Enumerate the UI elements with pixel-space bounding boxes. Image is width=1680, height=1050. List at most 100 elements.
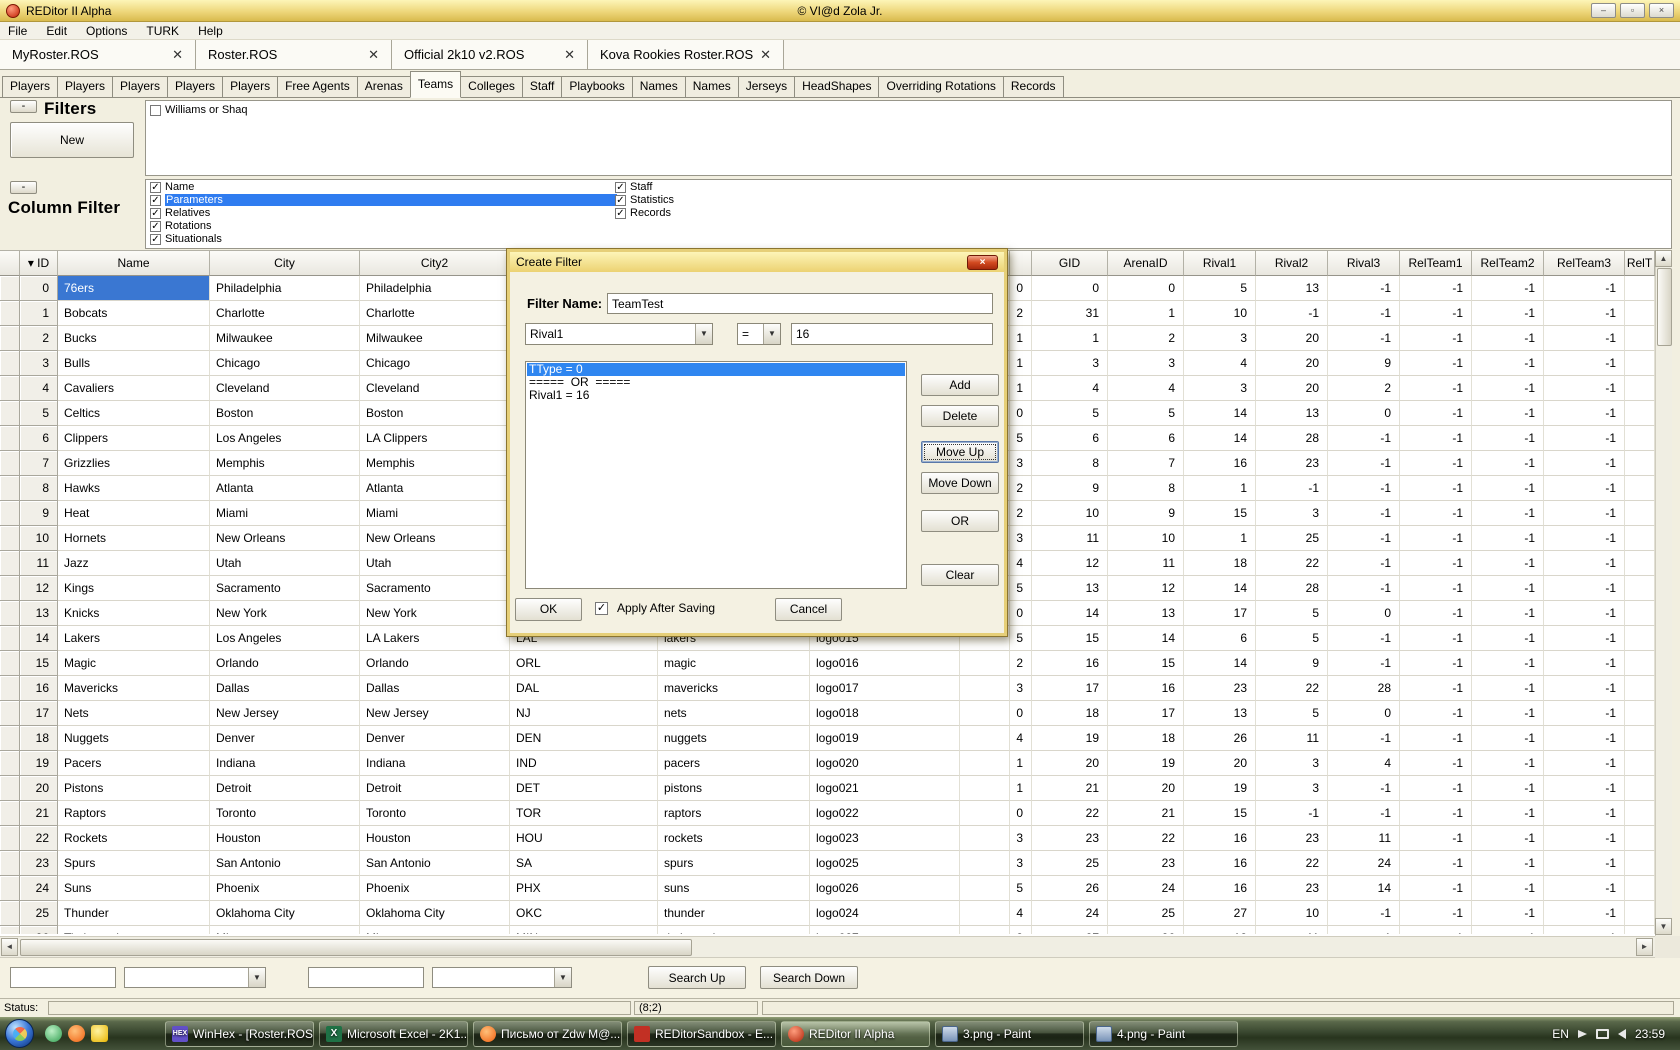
cell[interactable]: 11 <box>20 551 58 576</box>
cell[interactable]: 26 <box>1108 926 1184 934</box>
cell[interactable] <box>1625 726 1655 751</box>
tab-staff[interactable]: Staff <box>522 76 562 97</box>
cell[interactable]: DAL <box>510 676 658 701</box>
cell[interactable]: Los Angeles <box>210 626 360 651</box>
cell[interactable]: -1 <box>1400 751 1472 776</box>
cell[interactable]: 3 <box>1010 826 1032 851</box>
cell[interactable] <box>1625 426 1655 451</box>
cell[interactable]: 8 <box>1108 476 1184 501</box>
cell[interactable]: -1 <box>1400 301 1472 326</box>
cell[interactable]: 5 <box>1256 701 1328 726</box>
cell[interactable]: 18 <box>20 726 58 751</box>
cell[interactable] <box>960 901 1010 926</box>
cell[interactable]: Los Angeles <box>210 426 360 451</box>
cell[interactable]: -1 <box>1472 376 1544 401</box>
cell[interactable]: -1 <box>1544 576 1625 601</box>
checkbox-icon[interactable]: ✓ <box>150 195 161 206</box>
row-selector[interactable] <box>0 301 20 326</box>
cell[interactable] <box>1625 326 1655 351</box>
cell[interactable]: -1 <box>1544 376 1625 401</box>
cell[interactable]: -1 <box>1544 851 1625 876</box>
operator-dropdown[interactable]: = ▼ <box>737 323 781 345</box>
add-button[interactable]: Add <box>921 374 999 396</box>
cell[interactable]: -1 <box>1328 801 1400 826</box>
cell[interactable]: Knicks <box>58 601 210 626</box>
cell[interactable]: 3 <box>1032 351 1108 376</box>
cell[interactable]: 3 <box>1010 451 1032 476</box>
move-up-button[interactable]: Move Up <box>921 441 999 463</box>
cell[interactable]: -1 <box>1544 701 1625 726</box>
cell[interactable]: Oklahoma City <box>360 901 510 926</box>
cell[interactable]: logo016 <box>810 651 960 676</box>
chevron-down-icon[interactable]: ▼ <box>248 968 265 987</box>
cell[interactable]: -1 <box>1544 626 1625 651</box>
cell[interactable] <box>1625 676 1655 701</box>
search-column-dropdown-2[interactable]: ▼ <box>432 967 572 988</box>
minimize-icon[interactable]: – <box>1591 3 1616 18</box>
cell[interactable]: 9 <box>1328 351 1400 376</box>
cell[interactable]: TOR <box>510 801 658 826</box>
cell[interactable] <box>1625 776 1655 801</box>
cell[interactable]: logo025 <box>810 851 960 876</box>
cell[interactable]: 2 <box>1010 501 1032 526</box>
cell[interactable]: -1 <box>1472 326 1544 351</box>
checkbox-icon[interactable]: ✓ <box>615 208 626 219</box>
cell[interactable]: -1 <box>1400 326 1472 351</box>
cell[interactable]: 23 <box>1032 826 1108 851</box>
maximize-icon[interactable]: ▫ <box>1620 3 1645 18</box>
cell[interactable]: Orlando <box>210 651 360 676</box>
cell[interactable]: 13 <box>20 601 58 626</box>
cell[interactable] <box>960 651 1010 676</box>
cell[interactable]: Pacers <box>58 751 210 776</box>
cell[interactable]: Detroit <box>210 776 360 801</box>
cell[interactable]: nuggets <box>658 726 810 751</box>
cell[interactable]: -1 <box>1400 576 1472 601</box>
cell[interactable]: -1 <box>1472 476 1544 501</box>
cell[interactable]: -1 <box>1544 526 1625 551</box>
cell[interactable]: -1 <box>1544 326 1625 351</box>
cell[interactable]: 5 <box>1010 876 1032 901</box>
cell[interactable]: 8 <box>1032 451 1108 476</box>
cell[interactable]: 22 <box>1256 551 1328 576</box>
checkbox-icon[interactable]: ✓ <box>150 221 161 232</box>
delete-button[interactable]: Delete <box>921 405 999 427</box>
cell[interactable]: 4 <box>1010 551 1032 576</box>
cell[interactable]: Celtics <box>58 401 210 426</box>
cell[interactable] <box>1625 301 1655 326</box>
cell[interactable]: 24 <box>1032 901 1108 926</box>
cell[interactable]: 26 <box>20 926 58 934</box>
cell[interactable]: 6 <box>1032 426 1108 451</box>
cell[interactable]: 1 <box>1032 326 1108 351</box>
cell[interactable]: -1 <box>1328 576 1400 601</box>
cell[interactable]: 1 <box>1010 326 1032 351</box>
cell[interactable]: 13 <box>1256 401 1328 426</box>
media-player-icon[interactable] <box>114 1025 131 1042</box>
cell[interactable]: -1 <box>1400 476 1472 501</box>
cell[interactable]: Memphis <box>360 451 510 476</box>
cell[interactable]: -1 <box>1328 526 1400 551</box>
search-input-2[interactable] <box>308 967 424 988</box>
cell[interactable]: 16 <box>1184 876 1256 901</box>
row-selector[interactable] <box>0 926 20 934</box>
cell[interactable]: 9 <box>1108 501 1184 526</box>
cell[interactable]: 25 <box>1032 851 1108 876</box>
cell[interactable]: 2 <box>1010 476 1032 501</box>
cell[interactable]: Philadelphia <box>210 276 360 301</box>
cell[interactable]: Miami <box>360 501 510 526</box>
cell[interactable]: -1 <box>1400 701 1472 726</box>
cell[interactable]: -1 <box>1544 826 1625 851</box>
cell[interactable]: -1 <box>1472 776 1544 801</box>
column-header-Name[interactable]: Name <box>58 250 210 276</box>
menu-help[interactable]: Help <box>198 24 223 38</box>
row-selector[interactable] <box>0 501 20 526</box>
row-selector[interactable] <box>0 626 20 651</box>
tab-overriding-rotations[interactable]: Overriding Rotations <box>878 76 1003 97</box>
cell[interactable]: Dallas <box>360 676 510 701</box>
row-selector[interactable] <box>0 651 20 676</box>
cell[interactable]: -1 <box>1400 926 1472 934</box>
cell[interactable]: 4 <box>1328 751 1400 776</box>
column-header-0[interactable] <box>0 250 20 276</box>
cell[interactable]: 14 <box>1108 626 1184 651</box>
cell[interactable]: -1 <box>1544 676 1625 701</box>
cell[interactable]: -1 <box>1400 776 1472 801</box>
